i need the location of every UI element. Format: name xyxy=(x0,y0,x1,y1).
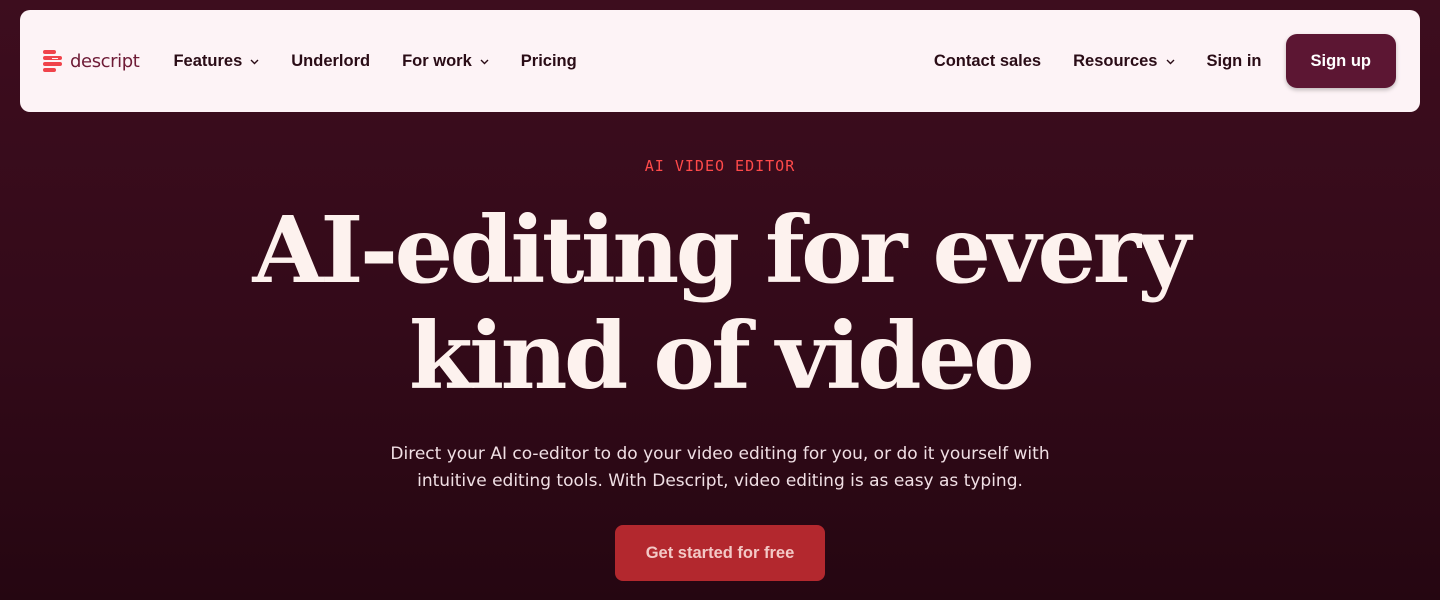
primary-nav: Features Underlord For work Pricing xyxy=(173,52,576,71)
sign-up-button[interactable]: Sign up xyxy=(1285,34,1396,88)
hero-eyebrow: AI VIDEO EDITOR xyxy=(644,157,796,175)
nav-for-work[interactable]: For work xyxy=(402,52,489,71)
nav-resources[interactable]: Resources xyxy=(1073,52,1174,71)
nav-features[interactable]: Features xyxy=(173,52,259,71)
descript-logo[interactable]: descript xyxy=(43,49,140,73)
hero-subhead-line-2: intuitive editing tools. With Descript, … xyxy=(417,471,1023,491)
chevron-down-icon xyxy=(480,59,489,65)
nav-pricing[interactable]: Pricing xyxy=(521,52,577,71)
chevron-down-icon xyxy=(1166,59,1174,65)
hero-subhead: Direct your AI co-editor to do your vide… xyxy=(360,441,1080,495)
nav-contact-sales[interactable]: Contact sales xyxy=(934,52,1041,71)
top-navigation: descript Features Underlord For work Pri… xyxy=(20,10,1420,112)
hero-headline-line-1: AI-editing for every xyxy=(252,196,1192,304)
nav-for-work-label: For work xyxy=(402,51,472,70)
nav-sign-in[interactable]: Sign in xyxy=(1207,52,1262,71)
nav-features-label: Features xyxy=(173,51,243,70)
get-started-button[interactable]: Get started for free xyxy=(615,525,825,581)
brand-name: descript xyxy=(70,50,140,72)
chevron-down-icon xyxy=(250,59,259,65)
nav-resources-label: Resources xyxy=(1073,51,1158,70)
hero-headline-line-2: kind of video xyxy=(408,302,1035,410)
nav-sign-in-label: Sign in xyxy=(1206,51,1262,70)
secondary-nav: Contact sales Resources Sign in Sign up xyxy=(934,34,1396,88)
nav-underlord[interactable]: Underlord xyxy=(291,52,370,71)
nav-contact-sales-label: Contact sales xyxy=(933,51,1042,70)
hero-headline: AI-editing for every kind of video xyxy=(0,197,1440,409)
nav-pricing-label: Pricing xyxy=(520,51,577,70)
hero-subhead-line-1: Direct your AI co-editor to do your vide… xyxy=(390,444,1050,464)
nav-underlord-label: Underlord xyxy=(291,51,371,70)
descript-logo-icon xyxy=(43,50,62,72)
